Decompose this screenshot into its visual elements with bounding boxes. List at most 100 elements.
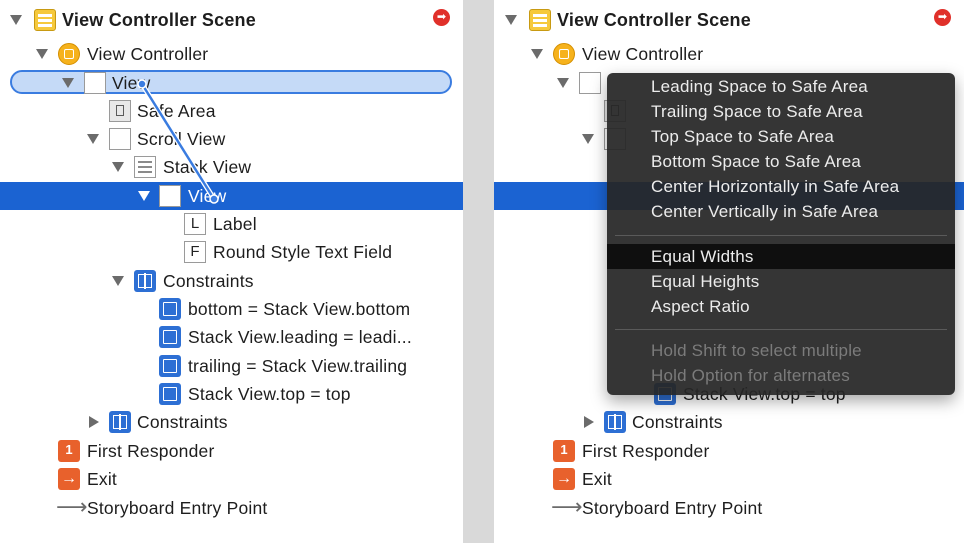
label-icon: L xyxy=(184,213,206,235)
menu-item-center-vertically[interactable]: Center Vertically in Safe Area xyxy=(607,199,955,224)
disclosure-triangle-expanded[interactable] xyxy=(505,15,517,25)
first-responder-icon xyxy=(58,440,80,462)
menu-item-leading-space[interactable]: Leading Space to Safe Area xyxy=(607,74,955,99)
outline-row-exit[interactable]: Exit xyxy=(494,465,964,493)
outline-item-label: trailing = Stack View.trailing xyxy=(188,356,408,376)
disclosure-triangle-expanded[interactable] xyxy=(36,49,48,59)
menu-item-label: Leading Space to Safe Area xyxy=(651,77,868,96)
outline-row-label[interactable]: L Label xyxy=(0,210,463,238)
outline-item-label: Scroll View xyxy=(137,129,226,149)
menu-item-label: Aspect Ratio xyxy=(651,297,750,316)
outline-item-label: First Responder xyxy=(582,441,710,461)
outline-row-first-responder[interactable]: First Responder xyxy=(0,437,463,465)
disclosure-triangle-expanded[interactable] xyxy=(557,78,569,88)
constraint-trailing-icon xyxy=(159,355,181,377)
outline-row-constraints[interactable]: Constraints xyxy=(0,267,463,295)
menu-item-label: Bottom Space to Safe Area xyxy=(651,152,862,171)
menu-item-bottom-space[interactable]: Bottom Space to Safe Area xyxy=(607,149,955,174)
outline-item-label: View Controller xyxy=(87,44,209,64)
menu-item-trailing-space[interactable]: Trailing Space to Safe Area xyxy=(607,99,955,124)
scene-status-badge[interactable] xyxy=(433,9,450,26)
disclosure-triangle-collapsed[interactable] xyxy=(584,416,594,428)
disclosure-triangle-expanded[interactable] xyxy=(582,134,594,144)
outline-row-constraint[interactable]: trailing = Stack View.trailing xyxy=(0,352,463,380)
view-icon xyxy=(84,72,106,94)
outline-row-entry-point[interactable]: ⟶ Storyboard Entry Point xyxy=(494,494,964,522)
view-icon xyxy=(579,72,601,94)
outline-item-label: Safe Area xyxy=(137,101,216,121)
constraints-icon xyxy=(604,411,626,433)
disclosure-triangle-expanded[interactable] xyxy=(62,78,74,88)
outline-row-first-responder[interactable]: First Responder xyxy=(494,437,964,465)
disclosure-triangle-expanded[interactable] xyxy=(531,49,543,59)
scene-icon xyxy=(34,9,56,31)
menu-separator xyxy=(615,329,947,330)
outline-item-label: bottom = Stack View.bottom xyxy=(188,299,411,319)
view-controller-icon xyxy=(553,43,575,65)
outline-row-constraints-collapsed[interactable]: Constraints xyxy=(494,408,964,436)
scene-status-badge[interactable] xyxy=(934,9,951,26)
exit-icon xyxy=(58,468,80,490)
scene-icon xyxy=(529,9,551,31)
outline-row-exit[interactable]: Exit xyxy=(0,465,463,493)
outline-item-label: View xyxy=(112,73,151,93)
menu-item-top-space[interactable]: Top Space to Safe Area xyxy=(607,124,955,149)
menu-item-label: Center Vertically in Safe Area xyxy=(651,202,879,221)
menu-item-equal-heights[interactable]: Equal Heights xyxy=(607,269,955,294)
outline-item-label: Constraints xyxy=(632,412,723,432)
outline-item-label: Constraints xyxy=(163,271,254,291)
constraint-leading-icon xyxy=(159,326,181,348)
left-document-outline: View Controller Scene View Controller Vi… xyxy=(0,0,463,543)
outline-item-label: Round Style Text Field xyxy=(213,242,393,262)
view-icon xyxy=(159,185,181,207)
outline-row-constraint[interactable]: Stack View.leading = leadi... xyxy=(0,323,463,351)
menu-separator xyxy=(615,235,947,236)
outline-item-label: Stack View.top = top xyxy=(188,384,351,404)
scene-row[interactable]: View Controller Scene xyxy=(0,6,463,34)
outline-item-label: First Responder xyxy=(87,441,215,461)
outline-item-label: Storyboard Entry Point xyxy=(87,498,268,518)
outline-row-view-controller[interactable]: View Controller xyxy=(0,40,463,68)
disclosure-triangle-expanded[interactable] xyxy=(87,134,99,144)
arrow-right-icon: ⟶ xyxy=(551,494,583,519)
outline-row-view-selected[interactable]: View xyxy=(0,182,463,210)
outline-row-constraint[interactable]: bottom = Stack View.bottom xyxy=(0,295,463,323)
disclosure-triangle-collapsed[interactable] xyxy=(89,416,99,428)
arrow-right-icon: ⟶ xyxy=(56,494,88,519)
disclosure-triangle-expanded[interactable] xyxy=(112,162,124,172)
outline-item-label: Exit xyxy=(87,469,117,489)
menu-hint-label: Hold Shift to select multiple xyxy=(651,341,862,360)
scene-title: View Controller Scene xyxy=(557,10,751,30)
menu-hint-option: Hold Option for alternates xyxy=(607,363,955,388)
menu-item-equal-widths[interactable]: Equal Widths xyxy=(607,244,955,269)
constraint-bottom-icon xyxy=(159,298,181,320)
outline-item-label: View Controller xyxy=(582,44,704,64)
outline-row-stack-view[interactable]: Stack View xyxy=(0,153,463,181)
drop-target-highlight xyxy=(10,70,452,94)
menu-item-label: Equal Heights xyxy=(651,272,760,291)
stack-view-icon xyxy=(134,156,156,178)
menu-item-center-horizontally[interactable]: Center Horizontally in Safe Area xyxy=(607,174,955,199)
scene-title: View Controller Scene xyxy=(62,10,256,30)
outline-row-view-controller[interactable]: View Controller xyxy=(494,40,964,68)
text-field-icon: F xyxy=(184,241,206,263)
menu-item-label: Top Space to Safe Area xyxy=(651,127,835,146)
constraints-icon xyxy=(134,270,156,292)
disclosure-triangle-expanded[interactable] xyxy=(138,191,150,201)
scene-row[interactable]: View Controller Scene xyxy=(494,6,964,34)
outline-row-entry-point[interactable]: ⟶ Storyboard Entry Point xyxy=(0,494,463,522)
constraint-top-icon xyxy=(159,383,181,405)
disclosure-triangle-expanded[interactable] xyxy=(112,276,124,286)
outline-row-safe-area[interactable]: Safe Area xyxy=(0,97,463,125)
outline-row-constraints-collapsed[interactable]: Constraints xyxy=(0,408,463,436)
outline-row-text-field[interactable]: F Round Style Text Field xyxy=(0,238,463,266)
disclosure-triangle-expanded[interactable] xyxy=(10,15,22,25)
outline-row-view-drop-target[interactable]: View xyxy=(0,69,463,97)
outline-row-constraint[interactable]: Stack View.top = top xyxy=(0,380,463,408)
outline-item-label: Label xyxy=(213,214,257,234)
menu-item-label: Equal Widths xyxy=(651,247,754,266)
constraint-context-menu: Leading Space to Safe Area Trailing Spac… xyxy=(607,73,955,395)
outline-row-scroll-view[interactable]: Scroll View xyxy=(0,125,463,153)
menu-item-aspect-ratio[interactable]: Aspect Ratio xyxy=(607,294,955,319)
exit-icon xyxy=(553,468,575,490)
